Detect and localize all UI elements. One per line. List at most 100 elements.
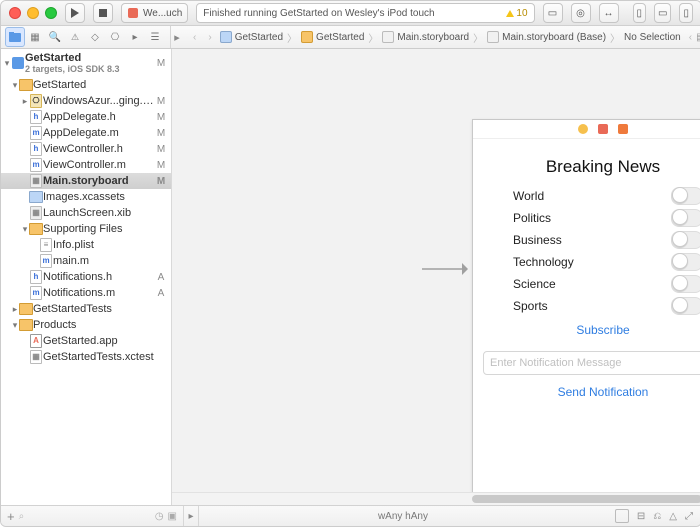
group-tests[interactable]: ▸GetStartedTests (1, 301, 171, 317)
horizontal-scrollbar[interactable] (172, 492, 700, 505)
category-label[interactable]: Technology (513, 255, 574, 269)
switch-business[interactable] (671, 231, 700, 249)
group-products[interactable]: ▾Products (1, 317, 171, 333)
editor-mode-version[interactable]: ↔ (599, 3, 619, 23)
disclosure-icon[interactable]: ▸ (11, 304, 19, 315)
symbol-navigator-tab[interactable]: ▦ (25, 27, 45, 47)
subscribe-button[interactable]: Subscribe (473, 323, 700, 337)
exit-icon[interactable] (618, 124, 628, 134)
disclosure-icon[interactable]: ▾ (3, 58, 11, 69)
related-items-icon[interactable]: ▤ (696, 32, 700, 43)
disclosure-icon[interactable]: ▾ (11, 80, 19, 91)
initial-vc-arrow[interactable] (422, 259, 468, 282)
zoom-icon[interactable] (45, 7, 57, 19)
category-label[interactable]: Sports (513, 299, 548, 313)
file-info-plist[interactable]: ≡Info.plist (1, 237, 171, 253)
switch-world[interactable] (671, 187, 700, 205)
editor-mode-standard[interactable]: ▭ (543, 3, 563, 23)
run-button[interactable] (65, 3, 85, 23)
toggle-navigator[interactable]: ▯ (633, 3, 647, 23)
storyboard-icon (382, 31, 394, 43)
recent-filter-icon[interactable]: ◷ (155, 511, 164, 522)
scene-dock[interactable] (473, 120, 700, 139)
warning-badge[interactable]: 10 (506, 8, 527, 19)
disclosure-icon[interactable]: ▸ (21, 96, 29, 107)
file-appdelegate-m[interactable]: mAppDelegate.mM (1, 125, 171, 141)
product-xctest[interactable]: ▦GetStartedTests.xctest (1, 349, 171, 365)
crumb-file[interactable]: Main.storyboard (382, 31, 469, 43)
switch-sports[interactable] (671, 297, 700, 315)
file-tree[interactable]: ▾ GetStarted 2 targets, iOS SDK 8.3 M ▾G… (1, 49, 171, 505)
category-label[interactable]: World (513, 189, 544, 203)
report-navigator-tab[interactable]: ☰ (145, 27, 165, 47)
group-getstarted[interactable]: ▾GetStarted (1, 77, 171, 93)
file-framework[interactable]: ▸⎔WindowsAzur...ging.frameworkM (1, 93, 171, 109)
issue-navigator-tab[interactable]: ⚠ (65, 27, 85, 47)
switch-science[interactable] (671, 275, 700, 293)
breakpoint-navigator-tab[interactable]: ▸ (125, 27, 145, 47)
crumb-group[interactable]: GetStarted (301, 31, 364, 43)
title-label[interactable]: Breaking News (473, 157, 700, 177)
scroll-thumb[interactable] (472, 495, 700, 503)
minimize-icon[interactable] (27, 7, 39, 19)
first-responder-icon[interactable] (598, 124, 608, 134)
navigator-resize-handle[interactable]: ▸ (171, 31, 183, 44)
crumb-variant[interactable]: Main.storyboard (Base) (487, 31, 606, 43)
window-controls (9, 7, 57, 19)
row-technology: Technology (513, 251, 700, 273)
file-main-storyboard[interactable]: ▦Main.storyboardM (1, 173, 171, 189)
product-app[interactable]: AGetStarted.app (1, 333, 171, 349)
file-appdelegate-h[interactable]: hAppDelegate.hM (1, 109, 171, 125)
folder-icon (19, 79, 33, 91)
test-navigator-tab[interactable]: ◇ (85, 27, 105, 47)
file-main-m[interactable]: mmain.m (1, 253, 171, 269)
folder-icon (9, 32, 21, 42)
filter-field[interactable]: ⌕ (19, 511, 151, 522)
file-notifications-m[interactable]: mNotifications.mA (1, 285, 171, 301)
resize-icon[interactable]: ⤢ (685, 511, 693, 522)
crumb-selection[interactable]: No Selection (624, 32, 681, 43)
jump-forward[interactable]: › (204, 32, 215, 43)
category-label[interactable]: Politics (513, 211, 551, 225)
file-launchscreen[interactable]: ▦LaunchScreen.xib (1, 205, 171, 221)
file-images-xcassets[interactable]: Images.xcassets (1, 189, 171, 205)
stop-button[interactable] (93, 3, 113, 23)
view-controller-scene[interactable]: Breaking News World Politics Business Te… (472, 119, 700, 501)
scm-filter-icon[interactable]: ▣ (168, 511, 177, 522)
file-notifications-h[interactable]: hNotifications.hA (1, 269, 171, 285)
file-viewcontroller-m[interactable]: mViewController.mM (1, 157, 171, 173)
file-viewcontroller-h[interactable]: hViewController.hM (1, 141, 171, 157)
jump-bar[interactable]: ‹ › GetStarted 〉 GetStarted 〉 Main.story… (183, 30, 700, 45)
toggle-utilities[interactable]: ▯ (679, 3, 693, 23)
align-icon[interactable]: ⊟ (637, 511, 645, 522)
switch-technology[interactable] (671, 253, 700, 271)
scheme-selector[interactable]: We...uch (121, 3, 188, 23)
document-outline-toggle[interactable]: ▸ (184, 506, 199, 526)
related-items-prev[interactable]: ‹ (685, 32, 696, 43)
disclosure-icon[interactable]: ▾ (21, 224, 29, 235)
vc-icon[interactable] (578, 124, 588, 134)
jump-back[interactable]: ‹ (189, 32, 200, 43)
zoom-out-icon[interactable] (615, 509, 629, 523)
size-class-control[interactable]: wAny hAny (199, 511, 607, 522)
project-root[interactable]: ▾ GetStarted 2 targets, iOS SDK 8.3 M (1, 49, 171, 77)
crumb-project[interactable]: GetStarted (220, 31, 283, 43)
switch-politics[interactable] (671, 209, 700, 227)
category-label[interactable]: Business (513, 233, 562, 247)
debug-navigator-tab[interactable]: ⎔ (105, 27, 125, 47)
status-bar (473, 139, 700, 153)
project-navigator-tab[interactable] (5, 27, 25, 47)
send-notification-button[interactable]: Send Notification (473, 385, 700, 399)
toggle-debug[interactable]: ▭ (654, 3, 671, 23)
pin-icon[interactable]: ⎌ (653, 511, 661, 522)
editor-mode-assistant[interactable]: ◎ (571, 3, 591, 23)
add-target-button[interactable]: + (7, 509, 15, 524)
category-label[interactable]: Science (513, 277, 556, 291)
find-navigator-tab[interactable]: 🔍 (45, 27, 65, 47)
ib-canvas[interactable]: Breaking News World Politics Business Te… (172, 49, 700, 505)
disclosure-icon[interactable]: ▾ (11, 320, 19, 331)
group-supporting[interactable]: ▾Supporting Files (1, 221, 171, 237)
resolve-icon[interactable]: △ (669, 511, 677, 522)
notification-input[interactable]: Enter Notification Message (483, 351, 700, 375)
close-icon[interactable] (9, 7, 21, 19)
